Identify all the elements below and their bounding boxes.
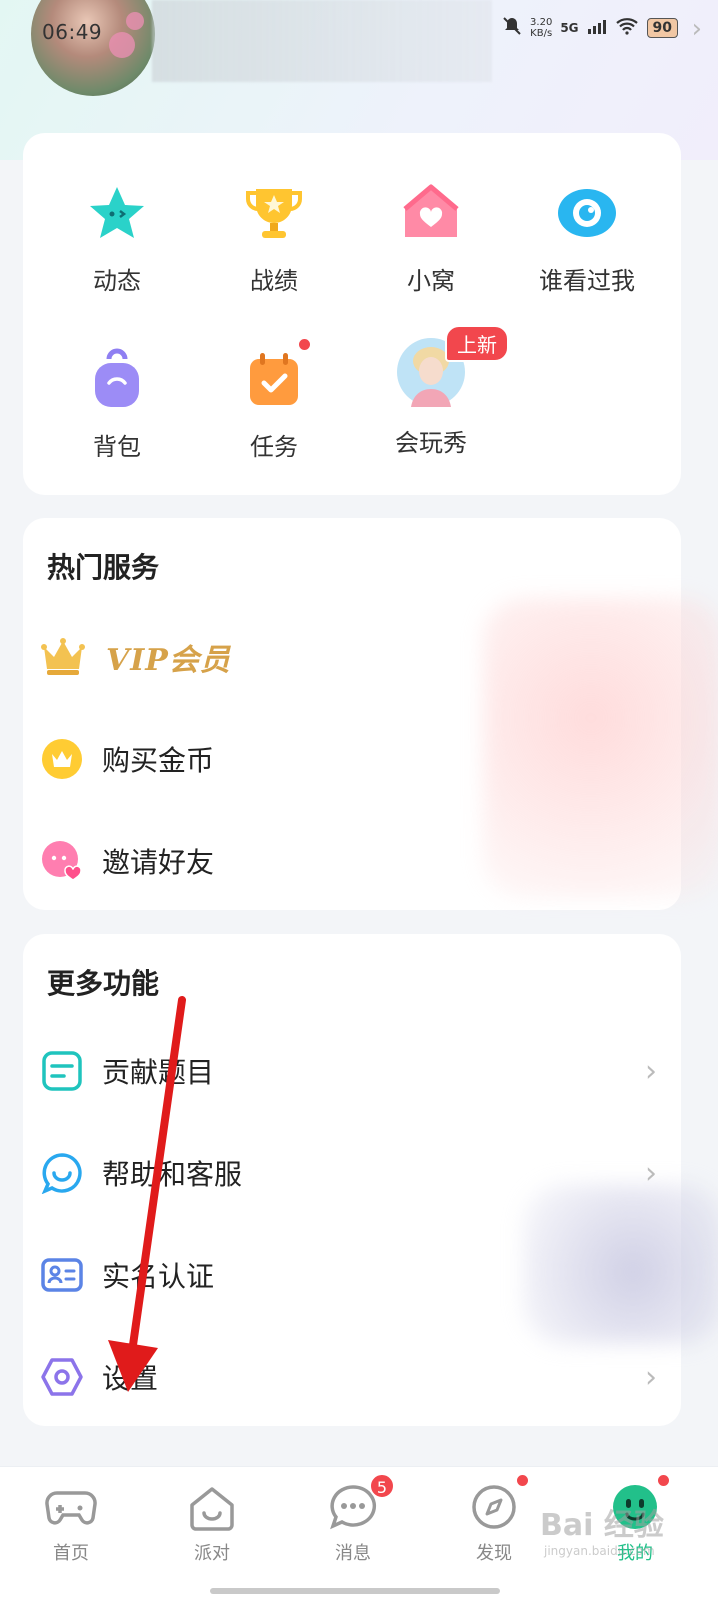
buy-coins-row[interactable]: 购买金币 [23,724,681,794]
nav-label: 派对 [194,1543,230,1564]
row-label: 贡献题目 [102,1056,215,1089]
signal-icon [587,18,607,37]
more-features-card: 更多功能 贡献题目 › 帮助和客服 › 实名认证 设置 › [23,934,718,1426]
invite-face-icon [41,840,83,882]
message-count-badge: 5 [369,1473,395,1499]
row-label: 邀请好友 [102,846,215,879]
gamepad-icon [45,1481,97,1533]
row-label: 帮助和客服 [102,1158,243,1191]
id-card-icon [41,1254,83,1296]
feature-record[interactable]: 战绩 [204,181,344,296]
coin-crown-icon [41,738,83,780]
nav-home[interactable]: 首页 [16,1481,126,1565]
feature-label: 谁看过我 [539,267,635,295]
row-label: 设置 [102,1362,159,1395]
contribute-questions-row[interactable]: 贡献题目 › [23,1036,681,1106]
row-label: 购买金币 [102,744,215,777]
nav-label: 发现 [476,1543,512,1564]
feature-grid-card: 动态 战绩 小窝 谁看过我 背包 任务 会玩秀 上新 [23,133,681,495]
feature-label: 战绩 [250,267,298,295]
baidu-watermark: Bai 经验 jingyan.baidu.com [540,1508,664,1558]
feature-label: 会玩秀 [395,429,467,457]
username-blurred [152,0,492,82]
feature-dynamic[interactable]: 动态 [47,181,187,296]
invite-friends-row[interactable]: 邀请好友 [23,826,681,896]
battery-level: 90 [646,17,678,38]
status-time: 06:49 [42,20,103,44]
nav-party[interactable]: 派对 [157,1481,267,1565]
vip-label: VIP会员 [106,643,231,678]
feature-tasks[interactable]: 任务 [204,337,344,462]
mute-bell-icon [502,16,522,39]
profile-red-dot [656,1473,671,1488]
real-name-row[interactable]: 实名认证 [23,1240,681,1310]
section-title: 更多功能 [47,967,160,1000]
nav-label: 首页 [53,1543,89,1564]
discover-red-dot [515,1473,530,1488]
task-red-dot [297,337,312,352]
feature-label: 小窝 [407,267,455,295]
feature-label: 背包 [93,433,141,461]
feature-backpack[interactable]: 背包 [47,347,187,462]
hot-services-card: 热门服务 VIP会员 购买金币 邀请好友 [23,518,718,910]
nav-label: 消息 [335,1543,371,1564]
eye-icon [555,181,619,245]
net-speed: 3.20 KB/s [530,16,553,39]
house-heart-icon [399,181,463,245]
feature-nest[interactable]: 小窝 [361,181,501,296]
status-icons: 3.20 KB/s 5G 90 [502,16,678,39]
settings-hexagon-icon [41,1356,83,1398]
home-indicator [210,1588,500,1594]
wifi-icon [615,17,639,38]
chevron-right-icon: › [645,1155,657,1191]
calendar-check-icon [242,337,312,411]
nav-messages[interactable]: 5 消息 [298,1473,408,1565]
customer-service-icon [41,1152,83,1195]
section-title: 热门服务 [47,551,160,584]
vip-row[interactable]: VIP会员 [23,622,681,692]
chevron-right-icon: › [645,1053,657,1089]
compass-icon [468,1473,530,1533]
trophy-icon [242,181,306,245]
profile-chevron-icon[interactable]: › [692,14,702,44]
network-type: 5G [560,20,579,35]
help-service-row[interactable]: 帮助和客服 › [23,1138,681,1208]
feature-visitors[interactable]: 谁看过我 [517,181,657,296]
crown-icon [41,637,85,677]
message-icon: 5 [327,1473,395,1533]
backpack-icon [85,347,149,411]
nav-discover[interactable]: 发现 [439,1473,549,1565]
party-house-icon [186,1481,238,1533]
row-label: 实名认证 [102,1260,215,1293]
document-icon [41,1050,83,1092]
settings-row[interactable]: 设置 › [23,1342,681,1412]
star-face-icon [85,181,149,245]
chevron-right-icon: › [645,1359,657,1395]
feature-label: 任务 [250,433,298,461]
feature-label: 动态 [93,267,141,295]
new-badge: 上新 [445,325,509,362]
